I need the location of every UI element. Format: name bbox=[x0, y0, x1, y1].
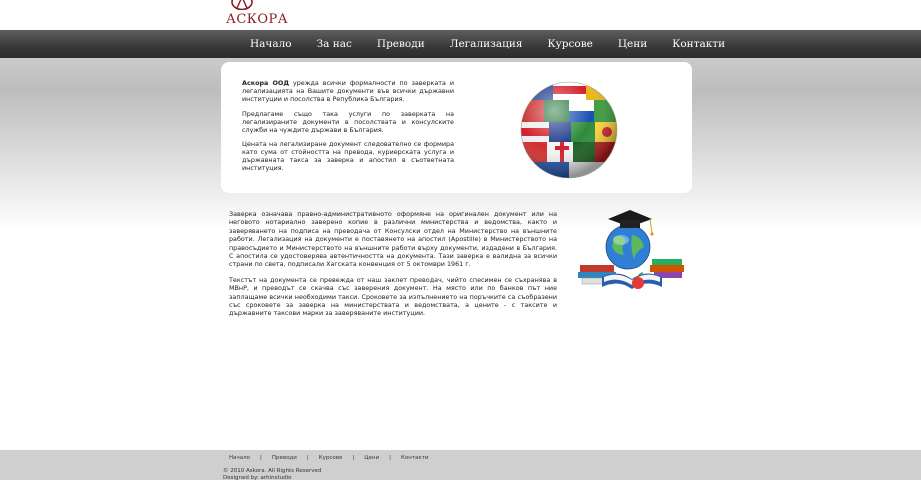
logo-text: АСКОРА bbox=[226, 12, 289, 27]
copyright-text: © 2010 Askora. All Rights Reserved bbox=[223, 468, 322, 474]
nav-item-courses[interactable]: Курсове bbox=[547, 30, 592, 58]
nav-item-translations[interactable]: Преводи bbox=[377, 30, 425, 58]
designed-by-text: Designed by: arhinstudio bbox=[223, 475, 292, 481]
footer-links: Начало | Преводи | Курсове | Цени | Конт… bbox=[229, 455, 429, 461]
footer-link-prices[interactable]: Цени bbox=[364, 455, 379, 461]
nav-item-prices[interactable]: Цени bbox=[618, 30, 647, 58]
intro-paragraph-1: Аскора ООД урежда всички формалности по … bbox=[242, 79, 454, 104]
company-name: Аскора ООД bbox=[242, 79, 290, 87]
intro-paragraph-3: Цената на легализиране документ следоват… bbox=[242, 140, 454, 173]
main-content: Заверка означава правно-административнот… bbox=[229, 210, 557, 325]
logo-emblem-icon bbox=[231, 0, 253, 10]
logo[interactable]: АСКОРА bbox=[226, 0, 289, 30]
nav-item-legalization[interactable]: Легализация bbox=[450, 30, 523, 58]
footer: Начало | Преводи | Курсове | Цени | Конт… bbox=[0, 450, 921, 481]
flags-globe-image bbox=[520, 81, 618, 179]
graduation-globe-image bbox=[578, 210, 684, 289]
footer-separator: | bbox=[306, 455, 309, 461]
intro-text: Аскора ООД урежда всички формалности по … bbox=[242, 79, 454, 180]
intro-paragraph-2: Предлагаме също така услуги по заверката… bbox=[242, 109, 454, 134]
nav-item-home[interactable]: Начало bbox=[250, 30, 292, 58]
content-paragraph-2: Текстът на документа се превежда от наш … bbox=[229, 275, 557, 318]
main-navigation: Начало За нас Преводи Легализация Курсов… bbox=[0, 30, 921, 58]
content-paragraph-1: Заверка означава правно-административнот… bbox=[229, 210, 557, 269]
footer-link-contacts[interactable]: Контакти bbox=[401, 455, 429, 461]
footer-link-translations[interactable]: Преводи bbox=[272, 455, 297, 461]
footer-separator: | bbox=[389, 455, 391, 461]
footer-separator: | bbox=[260, 455, 262, 461]
nav-item-contacts[interactable]: Контакти bbox=[672, 30, 725, 58]
footer-link-home[interactable]: Начало bbox=[229, 455, 250, 461]
nav-item-about[interactable]: За нас bbox=[317, 30, 352, 58]
intro-panel: Аскора ООД урежда всички формалности по … bbox=[221, 62, 692, 193]
footer-separator: | bbox=[352, 455, 355, 461]
footer-link-courses[interactable]: Курсове bbox=[319, 455, 343, 461]
